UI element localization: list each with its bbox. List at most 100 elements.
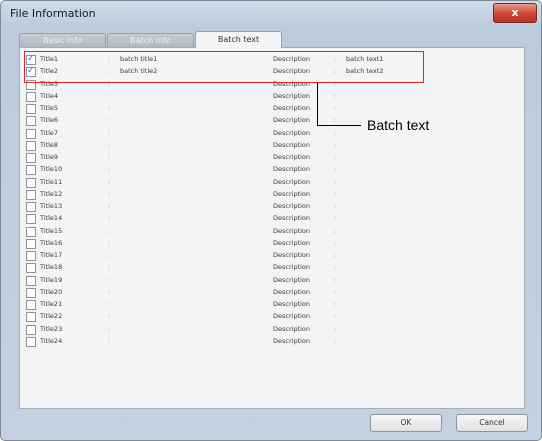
batch-text-panel: Title1:batch title1Description:batch tex… — [19, 47, 525, 409]
row-separator: : — [108, 128, 111, 137]
row-separator: : — [334, 189, 337, 198]
title-bar[interactable]: File Information x — [1, 1, 541, 29]
row-separator: : — [108, 165, 111, 174]
row-checkbox[interactable] — [26, 104, 36, 114]
row-separator: : — [334, 202, 337, 210]
row-checkbox[interactable] — [26, 251, 36, 261]
row-separator: : — [108, 324, 111, 333]
row-checkbox[interactable] — [26, 226, 36, 237]
row-checkbox[interactable] — [26, 300, 36, 310]
row-separator: : — [108, 91, 111, 100]
row-checkbox[interactable] — [26, 275, 36, 286]
list-item: Title23: Description: — [20, 323, 524, 336]
row-checkbox[interactable] — [26, 214, 36, 225]
description-label: Description — [273, 324, 311, 333]
list-item: Title14: Description: — [20, 212, 524, 225]
row-checkbox[interactable] — [26, 287, 36, 298]
close-button[interactable]: x — [493, 3, 537, 23]
list-item: Title17: Description: — [20, 249, 524, 262]
tab-batch-text[interactable]: Batch text — [195, 31, 282, 48]
row-checkbox[interactable] — [26, 91, 36, 102]
row-separator: : — [334, 287, 337, 296]
highlight-box — [24, 51, 424, 83]
row-checkbox[interactable] — [26, 312, 36, 323]
file-information-dialog: File Information x Basic info Batch info… — [0, 0, 542, 441]
row-checkbox[interactable] — [26, 140, 36, 151]
description-label: Description — [273, 91, 311, 100]
row-separator: : — [108, 177, 111, 186]
tab-batch-info[interactable]: Batch info — [107, 33, 194, 47]
row-separator: : — [108, 202, 111, 210]
row-checkbox[interactable] — [26, 263, 36, 274]
list-item: Title6: Description: — [20, 114, 524, 127]
row-title: Title21 — [40, 300, 63, 308]
row-separator: : — [108, 226, 111, 235]
row-checkbox[interactable] — [26, 128, 36, 139]
row-separator: : — [108, 336, 111, 345]
description-label: Description — [273, 104, 311, 112]
row-title: Title13 — [40, 202, 63, 210]
row-separator: : — [334, 300, 337, 308]
description-label: Description — [273, 287, 311, 296]
row-separator: : — [334, 140, 337, 149]
list-item: Title9: Description: — [20, 151, 524, 164]
tab-label: Basic info — [43, 36, 82, 45]
description-label: Description — [273, 202, 311, 210]
description-label: Description — [273, 275, 311, 284]
row-separator: : — [108, 287, 111, 296]
tab-label: Batch text — [217, 35, 260, 44]
row-separator: : — [108, 275, 111, 284]
list-item: Title16: Description: — [20, 237, 524, 250]
callout-line — [317, 125, 361, 126]
row-separator: : — [108, 104, 111, 112]
description-label: Description — [273, 128, 311, 137]
description-label: Description — [273, 336, 311, 345]
row-checkbox[interactable] — [26, 165, 36, 176]
row-separator: : — [108, 312, 111, 321]
row-checkbox[interactable] — [26, 336, 36, 347]
row-checkbox[interactable] — [26, 202, 36, 212]
row-separator: : — [334, 91, 337, 100]
list-item: Title8: Description: — [20, 139, 524, 152]
row-checkbox[interactable] — [26, 324, 36, 335]
row-title: Title5 — [40, 104, 59, 112]
row-title: Title19 — [40, 275, 63, 284]
row-separator: : — [334, 128, 337, 137]
list-item: Title19: Description: — [20, 274, 524, 287]
row-separator: : — [334, 263, 337, 272]
row-separator: : — [108, 116, 111, 125]
row-title: Title22 — [40, 312, 63, 321]
tab-basic-info[interactable]: Basic info — [19, 33, 106, 47]
list-item: Title15: Description: — [20, 225, 524, 238]
row-title: Title18 — [40, 263, 63, 272]
row-title: Title16 — [40, 238, 63, 247]
description-label: Description — [273, 312, 311, 321]
row-separator: : — [334, 336, 337, 345]
description-label: Description — [273, 116, 311, 125]
cancel-button[interactable]: Cancel — [456, 414, 528, 432]
row-checkbox[interactable] — [26, 238, 36, 249]
row-separator: : — [334, 104, 337, 112]
row-title: Title10 — [40, 165, 63, 174]
row-checkbox[interactable] — [26, 189, 36, 200]
row-title: Title23 — [40, 324, 63, 333]
list-item: Title10: Description: — [20, 163, 524, 176]
row-title: Title6 — [40, 116, 59, 125]
row-separator: : — [108, 214, 111, 223]
list-item: Title12: Description: — [20, 188, 524, 201]
row-separator: : — [108, 140, 111, 149]
callout-label: Batch text — [367, 117, 430, 133]
row-title: Title9 — [40, 153, 59, 161]
row-separator: : — [108, 238, 111, 247]
description-label: Description — [273, 165, 311, 174]
row-checkbox[interactable] — [26, 153, 36, 163]
row-separator: : — [334, 275, 337, 284]
row-checkbox[interactable] — [26, 177, 36, 188]
row-title: Title11 — [40, 177, 63, 186]
row-separator: : — [108, 153, 111, 161]
row-checkbox[interactable] — [26, 116, 36, 127]
row-title: Title12 — [40, 189, 63, 198]
ok-button[interactable]: OK — [370, 414, 442, 432]
description-label: Description — [273, 214, 311, 223]
row-title: Title7 — [40, 128, 59, 137]
